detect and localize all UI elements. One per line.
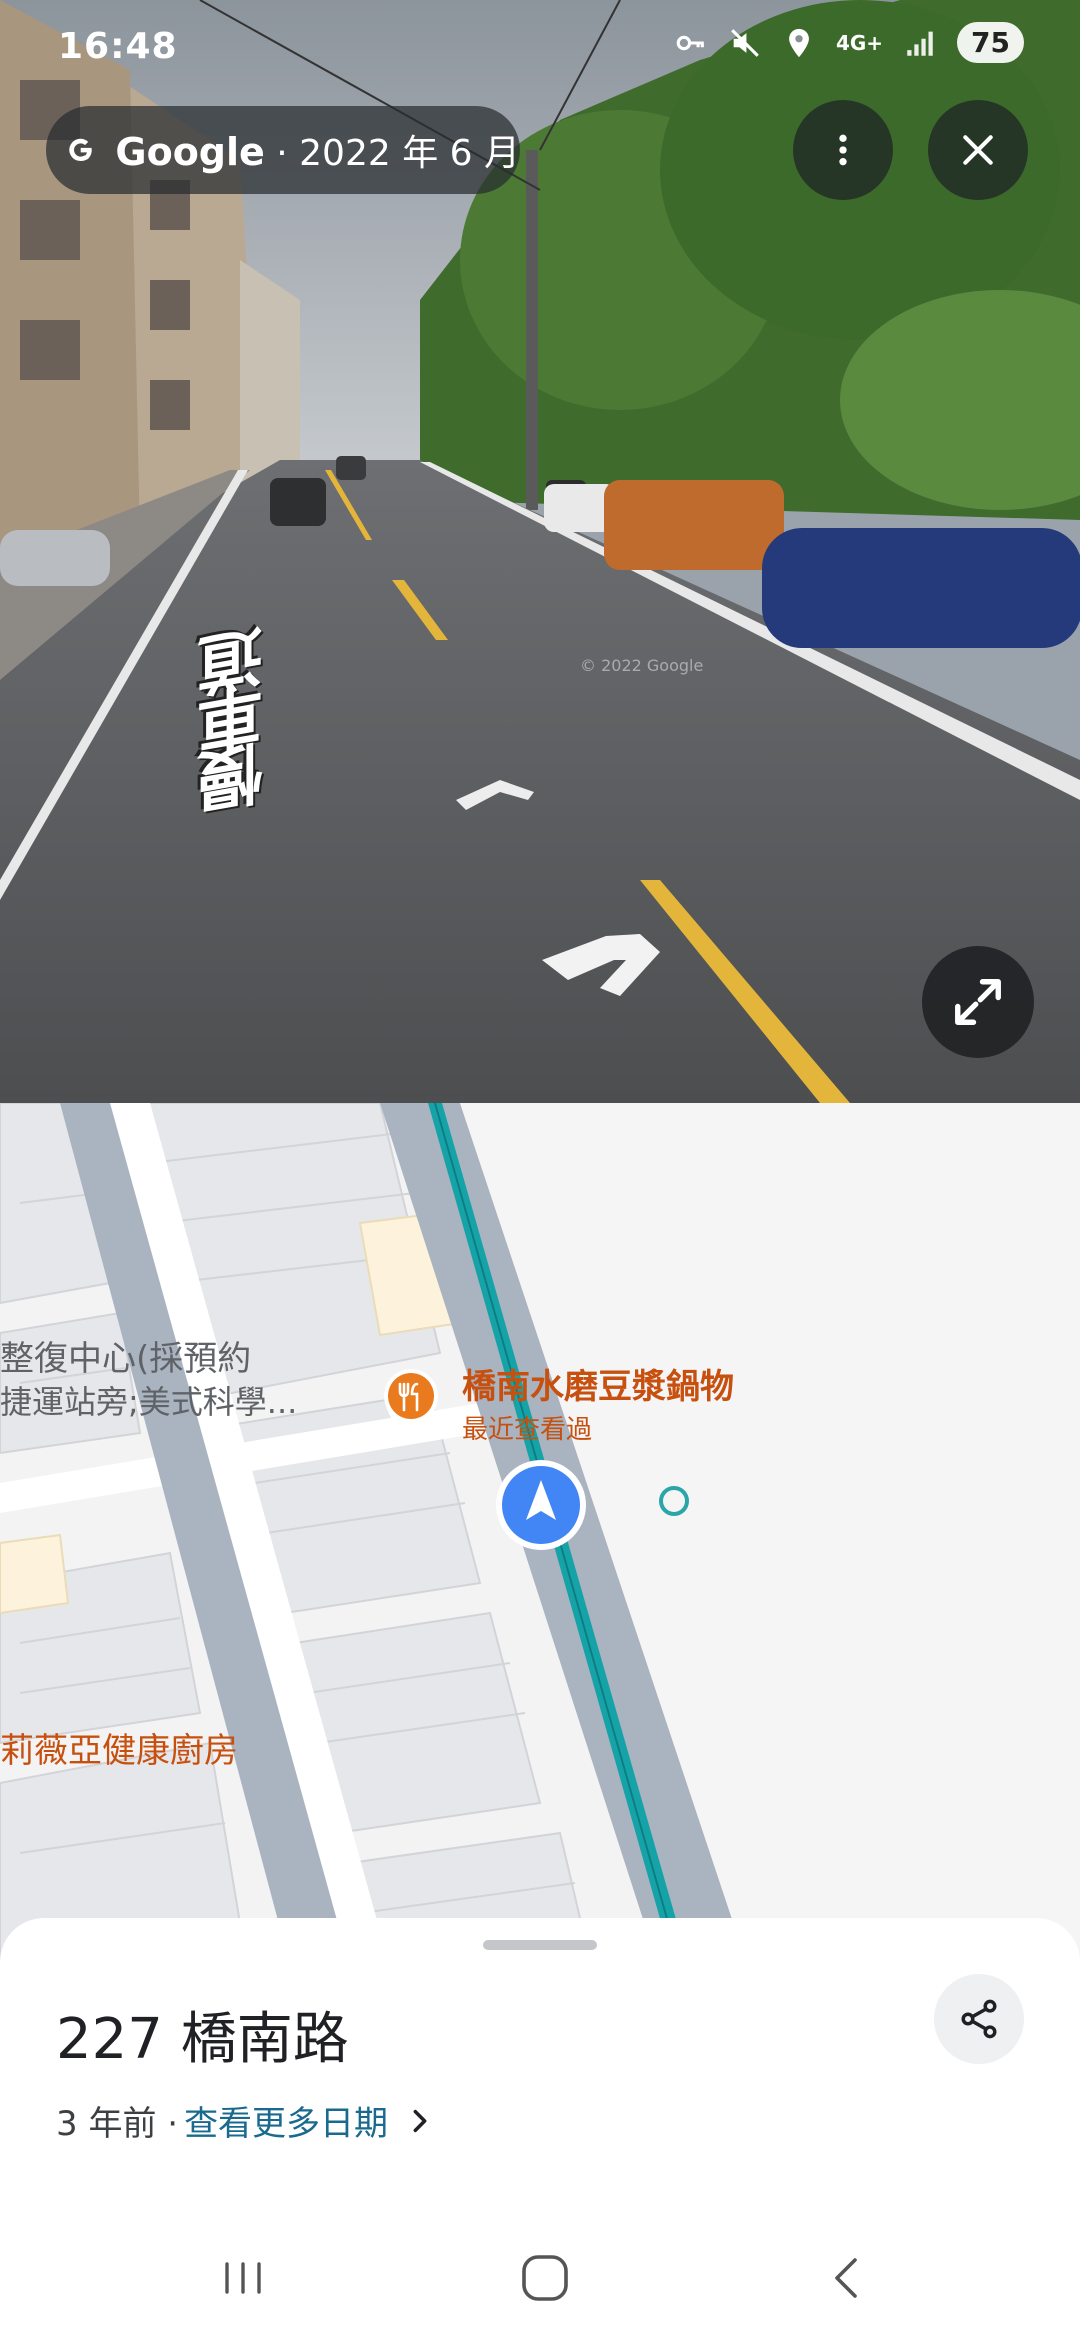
expand-button[interactable] [922, 946, 1034, 1058]
attribution-chip[interactable]: Google · 2022 年 6 月 [46, 106, 520, 194]
location-icon [789, 28, 809, 57]
place-title: 227 橋南路 [56, 2007, 349, 2072]
status-icons: 4G+ 75 [674, 22, 1024, 63]
battery-indicator: 75 [957, 22, 1024, 63]
share-icon [961, 1999, 997, 2039]
mute-icon [731, 28, 759, 57]
restaurant-pin-icon[interactable] [380, 1367, 442, 1447]
close-button[interactable] [928, 100, 1028, 200]
capture-age: 3 年前 · [56, 2104, 179, 2144]
more-options-button[interactable] [793, 100, 893, 200]
google-g-icon [69, 138, 92, 162]
place-meta: 3 年前 · 查看更多日期 [56, 2096, 434, 2145]
signal-icon [907, 31, 933, 56]
attribution-date: · 2022 年 6 月 [264, 133, 520, 174]
poi-restaurant-subtitle: 最近查看過 [462, 1415, 593, 1445]
attribution-brand: Google [115, 130, 265, 174]
status-time: 16:48 [58, 26, 178, 67]
home-icon[interactable] [515, 2248, 575, 2308]
see-more-dates-link[interactable]: 查看更多日期 [184, 2096, 388, 2145]
close-icon [963, 135, 993, 165]
street-view-panorama[interactable]: 慢車道 © 2022 Google 16:48 4G+ 75 Google · … [0, 0, 1080, 1103]
map-view[interactable]: 整復中心(採預約 捷運站旁;美式科學... 橋南水磨豆漿鍋物 最近查看過 莉薇亞… [0, 1103, 1080, 2003]
expand-icon [955, 979, 1001, 1025]
poi-clinic-line2[interactable]: 捷運站旁;美式科學... [0, 1377, 297, 1423]
location-ring-icon [659, 1486, 689, 1516]
key-icon [676, 35, 704, 50]
poi-restaurant-name[interactable]: 橋南水磨豆漿鍋物 [462, 1359, 734, 1408]
recents-icon[interactable] [213, 2248, 273, 2308]
more-vert-icon [839, 134, 847, 166]
status-bar: 16:48 4G+ 75 [0, 0, 1080, 96]
chevron-right-icon[interactable] [406, 2107, 434, 2135]
poi-kitchen-name[interactable]: 莉薇亞健康廚房 [0, 1723, 238, 1772]
map-canvas [0, 1103, 1080, 2003]
attribution-text: Google · 2022 年 6 月 [115, 124, 520, 176]
drag-handle[interactable] [483, 1940, 597, 1950]
network-4g-icon: 4G+ [835, 30, 884, 55]
back-icon[interactable] [817, 2248, 877, 2308]
road-marking-text: 慢車道 [197, 629, 274, 817]
share-button[interactable] [934, 1974, 1024, 2064]
navigation-arrow-icon [496, 1460, 586, 1550]
watermark-text: © 2022 Google [580, 656, 704, 675]
poi-clinic-line1[interactable]: 整復中心(採預約 [0, 1331, 251, 1380]
system-nav-bar [0, 2204, 1080, 2340]
